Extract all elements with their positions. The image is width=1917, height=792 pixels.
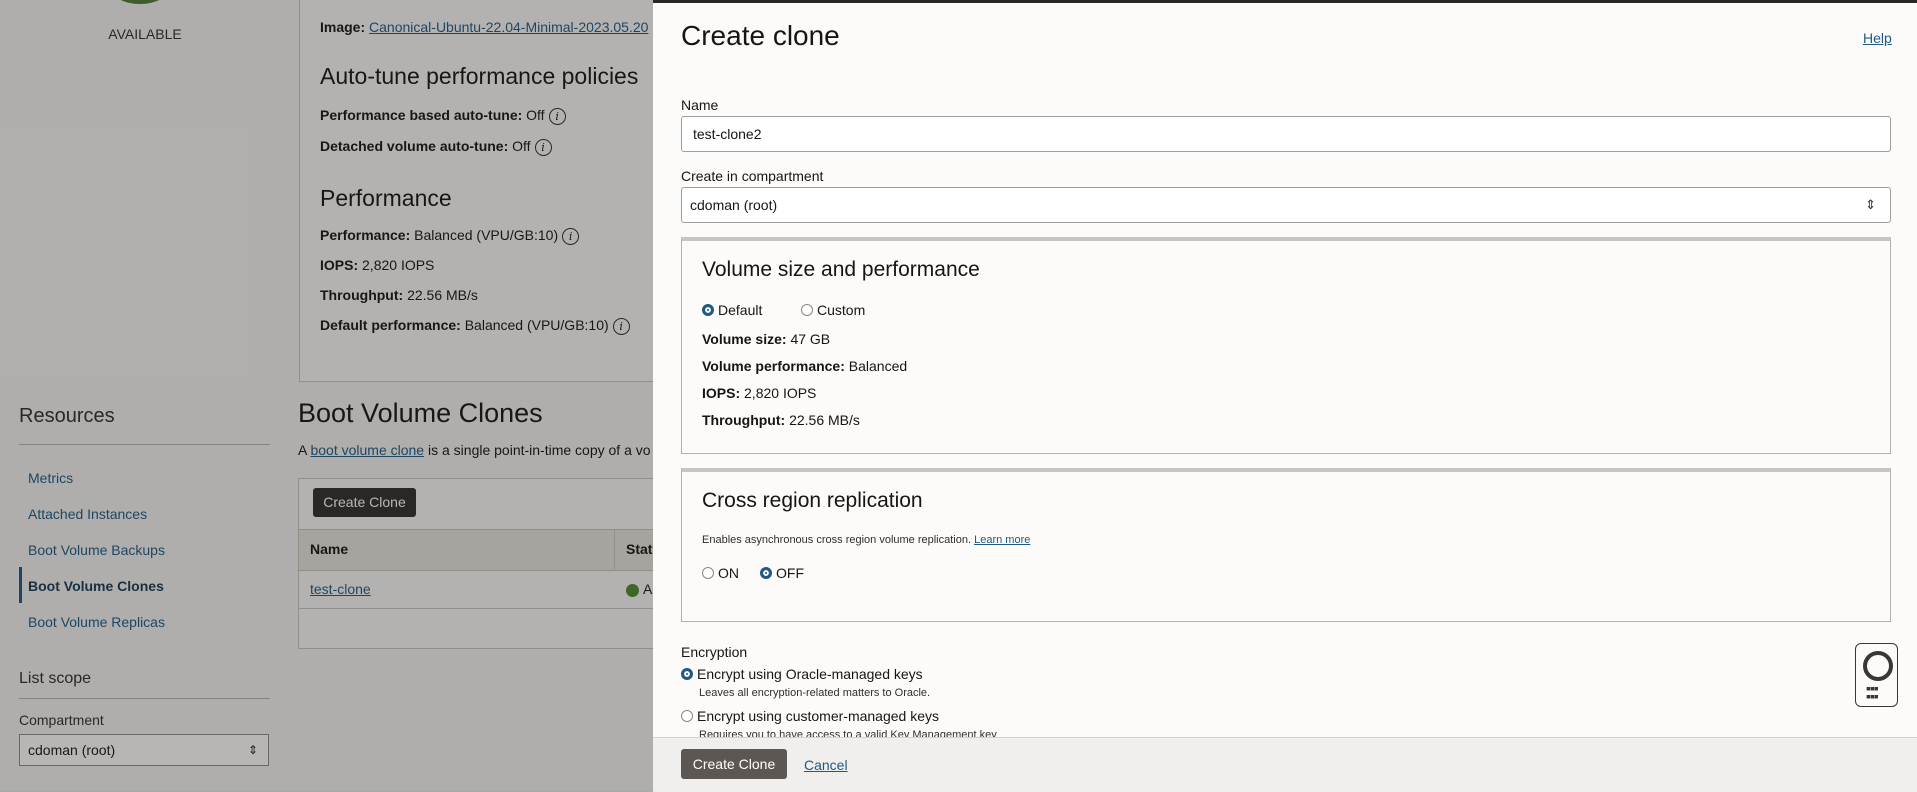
radio-oracle-managed-keys[interactable]: Encrypt using Oracle-managed keys — [681, 666, 923, 682]
radio-unselected-icon — [801, 304, 813, 316]
cancel-link[interactable]: Cancel — [804, 757, 848, 773]
replication-title: Cross region replication — [702, 489, 923, 512]
lifebuoy-icon — [1863, 651, 1893, 681]
help-widget[interactable]: ▪▪▪ ▪▪▪ — [1855, 643, 1898, 707]
name-input[interactable]: test-clone2 — [681, 116, 1891, 152]
help-link[interactable]: Help — [1863, 30, 1892, 46]
compartment-select-value: cdoman (root) — [690, 197, 778, 213]
volume-size-row: Volume size: 47 GB — [702, 331, 831, 347]
radio-unselected-icon — [681, 710, 693, 722]
encryption-title: Encryption — [681, 644, 748, 660]
radio-unselected-icon — [702, 567, 714, 579]
create-clone-button[interactable]: Create Clone — [681, 749, 787, 779]
radio-replication-on[interactable]: ON — [702, 565, 739, 581]
radio-replication-off[interactable]: OFF — [760, 565, 804, 581]
radio-default[interactable]: Default — [702, 302, 762, 318]
volume-section-title: Volume size and performance — [702, 258, 980, 281]
name-label: Name — [681, 97, 719, 113]
modal-overlay[interactable] — [0, 0, 653, 791]
volume-throughput-row: Throughput: 22.56 MB/s — [702, 412, 860, 428]
app-grid-icon: ▪▪▪ ▪▪▪ — [1866, 680, 1879, 704]
compartment-label: Create in compartment — [681, 168, 824, 184]
volume-performance-row: Volume performance: Balanced — [702, 358, 908, 374]
oracle-keys-description: Leaves all encryption-related matters to… — [699, 687, 931, 699]
radio-customer-managed-keys[interactable]: Encrypt using customer-managed keys — [681, 708, 939, 724]
radio-custom[interactable]: Custom — [801, 302, 865, 318]
radio-selected-icon — [760, 567, 772, 579]
replication-description: Enables asynchronous cross region volume… — [702, 534, 1031, 546]
radio-selected-icon — [702, 304, 714, 316]
panel-title: Create clone — [681, 20, 840, 51]
chevron-updown-icon: ⇕ — [1865, 197, 1876, 212]
compartment-select[interactable]: cdoman (root) ⇕ — [681, 187, 1891, 223]
radio-selected-icon — [681, 668, 693, 680]
learn-more-link[interactable]: Learn more — [974, 534, 1030, 546]
volume-iops-row: IOPS: 2,820 IOPS — [702, 385, 817, 401]
